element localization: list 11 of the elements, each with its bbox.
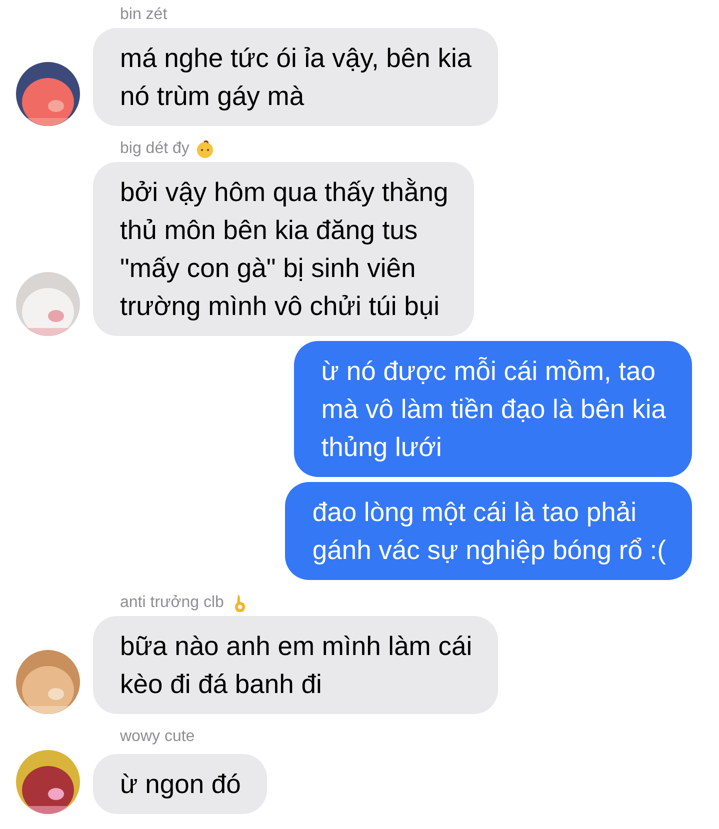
message-bubble: đao lòng một cái là tao phải gánh vác sự nghiệp bóng rổ :( — [285, 482, 692, 580]
message-bubble: bởi vậy hôm qua thấy thằng thủ môn bên kia đăng tus "mấy con gà" bị sinh viên trường mình vô chửi túi bụi — [93, 162, 474, 336]
sender-name: bin zét — [120, 6, 168, 24]
sender-name: wowy cute — [120, 728, 195, 746]
sender-name: big dét đy — [120, 140, 190, 158]
message-bubble: ừ nó được mỗi cái mồm, tao mà vô làm tiền đạo là bên kia thủng lưới — [294, 341, 692, 477]
baby-icon — [195, 139, 216, 159]
message-bubble: bữa nào anh em mình làm cái kèo đi đá banh đi — [93, 616, 498, 714]
message-bubble: má nghe tức ói ỉa vậy, bên kia nó trùm gáy mà — [93, 28, 498, 126]
message-bubble: ừ ngon đó — [93, 754, 267, 814]
sender-name: anti trưởng clb — [120, 594, 224, 612]
